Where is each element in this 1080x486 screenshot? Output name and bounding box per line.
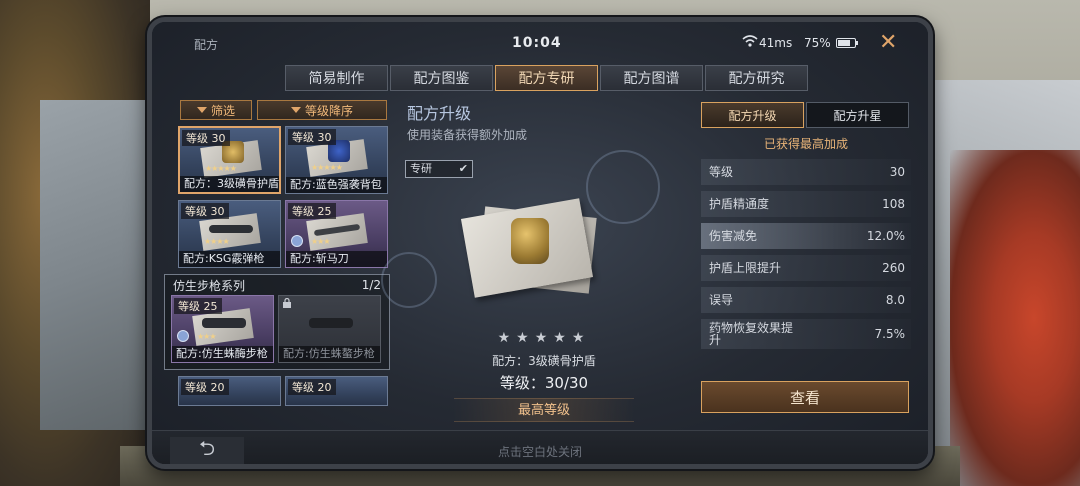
dropdown-triangle-icon <box>196 107 207 113</box>
card-level: 等级 30 <box>182 130 230 146</box>
stat-row: 药物恢复效果提升 7.5% <box>701 319 911 349</box>
card-level: 等级 25 <box>174 298 222 314</box>
stat-value: 260 <box>882 261 905 275</box>
stat-name: 药物恢复效果提升 <box>709 321 794 347</box>
detail-level: 等级：30/30 <box>499 374 589 392</box>
stat-name: 伤害减免 <box>709 229 758 243</box>
max-level-button[interactable]: 最高等级 <box>454 398 634 422</box>
star-up-toggle[interactable]: 配方升星 <box>806 102 909 128</box>
stat-value: 8.0 <box>885 293 905 307</box>
card-stars: ★★★★★ <box>205 164 237 173</box>
upgrade-toggle[interactable]: 配方升级 <box>701 102 804 128</box>
badge-icon <box>177 330 189 342</box>
battery-icon <box>836 38 858 48</box>
stat-row: 等级 30 <box>701 159 911 185</box>
card-stars: ★★★ <box>197 332 216 341</box>
card-level: 等级 20 <box>181 379 229 395</box>
card-name: 配方：3级磺骨护盾 <box>180 176 279 192</box>
detail-recipe-name: 配方：3级磺骨护盾 <box>492 354 596 368</box>
rifle-icon <box>309 318 353 328</box>
card-level: 等级 20 <box>288 379 336 395</box>
stat-name: 等级 <box>709 165 734 179</box>
recipe-card[interactable]: ★★★ 等级 25 配方:斩马刀 <box>285 200 388 268</box>
sort-button[interactable]: 等级降序 <box>257 100 387 120</box>
recipe-detail: 配方升级 使用装备获得额外加成 专研 ✔ ★★★★★ 配方：3级磺骨护盾 等级：… <box>381 100 689 422</box>
card-name: 配方:仿生蛛酶步枪 <box>172 346 273 362</box>
card-level: 等级 30 <box>288 129 336 145</box>
stat-row: 护盾精通度 108 <box>701 191 911 217</box>
card-level: 等级 30 <box>181 203 229 219</box>
series-group: 仿生步枪系列 1/2 ★★★ 等级 25 配方:仿生蛛酶步枪 配方:仿生蛛螯步枪 <box>164 274 390 370</box>
rifle-icon <box>202 318 246 328</box>
badge-icon <box>291 235 303 247</box>
filter-label: 筛选 <box>210 103 235 118</box>
max-bonus-note: 已获得最高加成 <box>763 137 848 151</box>
recipe-card[interactable]: ★★★★★ 等级 30 配方：3级磺骨护盾 <box>178 126 281 194</box>
mastery-tag[interactable]: 专研 ✔ <box>405 160 473 178</box>
recipe-panel: 配方 10:04 41ms 75% ✕ 简易制作 配方图鉴 配方专研 配方图谱 … <box>147 17 933 469</box>
view-button[interactable]: 查看 <box>701 381 909 413</box>
stat-value: 30 <box>889 165 905 179</box>
detail-subheading: 使用装备获得额外加成 <box>407 128 528 142</box>
wifi-icon <box>742 35 758 47</box>
status-bar: 配方 10:04 41ms 75% ✕ <box>152 22 928 62</box>
recipe-card[interactable]: ★★★ 等级 25 配方:仿生蛛酶步枪 <box>171 295 274 363</box>
tab-recipe-research[interactable]: 配方研究 <box>705 65 808 91</box>
shotgun-icon <box>209 225 253 233</box>
detail-stars: ★★★★★ <box>497 330 591 346</box>
series-title: 仿生步枪系列 <box>173 278 246 293</box>
card-stars: ★★★ <box>311 237 330 246</box>
stat-row: 误导 8.0 <box>701 287 911 313</box>
card-name: 配方:蓝色强袭背包 <box>286 177 387 193</box>
stat-row: 护盾上限提升 260 <box>701 255 911 281</box>
mastery-tag-label: 专研 <box>410 162 432 175</box>
dropdown-triangle-icon <box>290 107 301 113</box>
recipe-card-locked[interactable]: 配方:仿生蛛螯步枪 <box>278 295 381 363</box>
card-stars: ★★★★ <box>204 237 230 246</box>
lock-icon <box>283 298 291 308</box>
decor-ring-icon <box>586 150 660 224</box>
close-icon[interactable]: ✕ <box>879 30 897 55</box>
stat-name: 误导 <box>709 293 734 307</box>
tab-simple-craft[interactable]: 简易制作 <box>285 65 388 91</box>
footer-bar: ⮌ 点击空白处关闭 <box>152 430 928 464</box>
filter-button[interactable]: 筛选 <box>180 100 252 120</box>
recipe-card[interactable]: 等级 20 <box>285 376 388 406</box>
close-hint[interactable]: 点击空白处关闭 <box>152 443 928 460</box>
recipe-card[interactable]: ★★★★ 等级 30 配方:KSG霰弹枪 <box>178 200 281 268</box>
card-name: 配方:KSG霰弹枪 <box>179 251 280 267</box>
window-title: 配方 <box>194 38 219 52</box>
stat-value: 108 <box>882 197 905 211</box>
battery-percent: 75% <box>804 36 831 50</box>
tab-recipe-atlas[interactable]: 配方图谱 <box>600 65 703 91</box>
clock: 10:04 <box>512 35 562 51</box>
stat-value: 12.0% <box>866 229 905 243</box>
card-stars: ★★★★★ <box>311 163 343 172</box>
check-icon: ✔ <box>458 162 468 175</box>
ping-readout: 41ms <box>759 36 793 50</box>
recipe-tabs: 简易制作 配方图鉴 配方专研 配方图谱 配方研究 <box>285 65 808 91</box>
sort-label: 等级降序 <box>304 103 353 118</box>
tab-recipe-catalog[interactable]: 配方图鉴 <box>390 65 493 91</box>
stat-name: 护盾上限提升 <box>709 261 782 275</box>
decor-ring-icon <box>381 252 437 308</box>
stat-value: 7.5% <box>874 327 906 341</box>
stat-name: 护盾精通度 <box>709 197 770 211</box>
card-name: 配方:仿生蛛螯步枪 <box>279 346 380 362</box>
recipe-list: 筛选 等级降序 ★★★★★ 等级 30 配方：3级磺骨护盾 ★★★★★ 等级 3… <box>164 100 394 416</box>
series-page: 1/2 <box>361 278 381 292</box>
armor-icon <box>511 218 549 264</box>
card-level: 等级 25 <box>288 203 336 219</box>
recipe-card[interactable]: ★★★★★ 等级 30 配方:蓝色强袭背包 <box>285 126 388 194</box>
stats-panel: 配方升级 配方升星 已获得最高加成 等级 30 护盾精通度 108 伤害减免 1… <box>701 102 911 349</box>
detail-heading: 配方升级 <box>407 104 472 123</box>
card-name: 配方:斩马刀 <box>286 251 387 267</box>
battery-fill <box>838 40 850 46</box>
recipe-card[interactable]: 等级 20 <box>178 376 281 406</box>
tab-recipe-mastery[interactable]: 配方专研 <box>495 65 598 91</box>
stat-row: 伤害减免 12.0% <box>701 223 911 249</box>
